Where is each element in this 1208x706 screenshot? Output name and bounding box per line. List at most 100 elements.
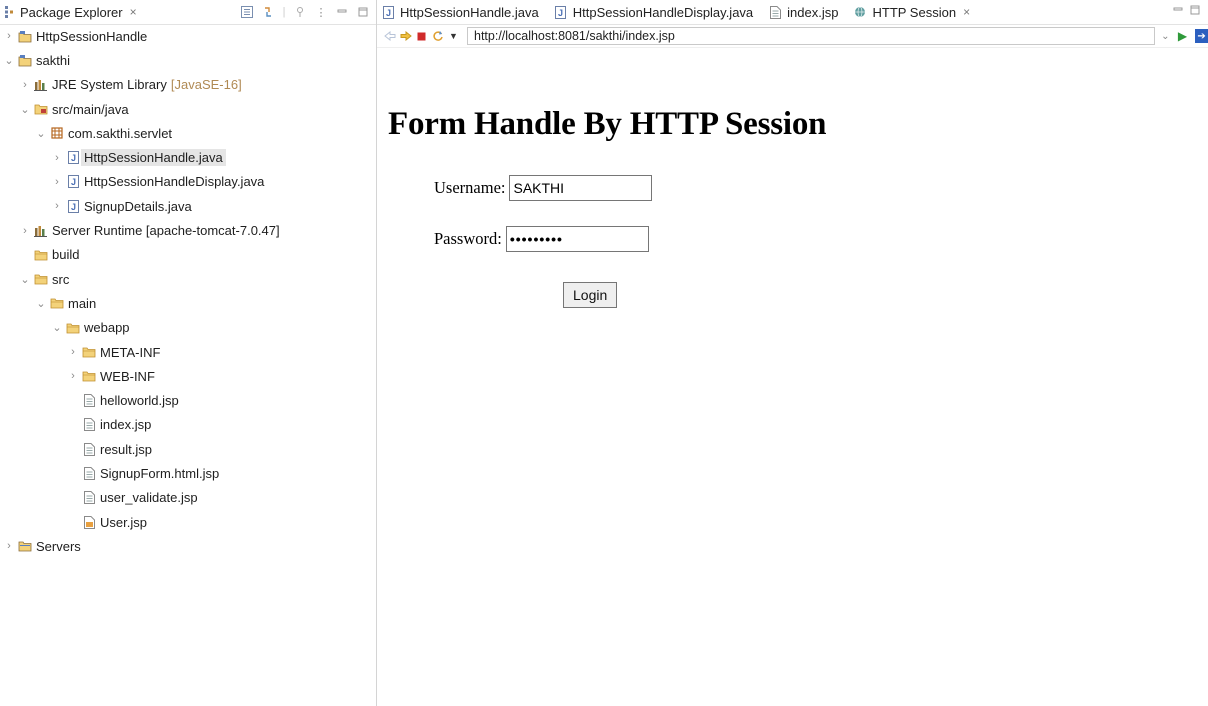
tree-item-label: HttpSessionHandleDisplay.java — [84, 174, 265, 190]
forward-icon[interactable] — [399, 29, 412, 43]
maximize-icon[interactable] — [1190, 5, 1200, 18]
editor-area: J HttpSessionHandle.java J HttpSessionHandl… — [377, 0, 1208, 706]
editor-tab[interactable]: index.jsp — [762, 0, 847, 24]
package-explorer-title: Package Explorer — [20, 4, 123, 20]
package-explorer: Package Explorer × | ⋮ › HttpSessionHandl… — [0, 0, 377, 706]
view-menu-icon[interactable]: ⋮ — [314, 5, 328, 19]
editor-tab[interactable]: HTTP Session × — [847, 0, 980, 24]
tree-item[interactable]: ⌄ com.sakthi.servlet — [0, 121, 376, 145]
login-button[interactable]: Login — [563, 282, 618, 308]
package-explorer-icon — [4, 6, 16, 18]
page-title: Form Handle By HTTP Session — [388, 106, 827, 142]
close-icon[interactable]: × — [963, 5, 970, 19]
open-external-browser-icon[interactable]: ➔ — [1195, 29, 1208, 43]
tree-item[interactable]: › JRE System Library [JavaSE-16] — [0, 73, 376, 97]
package-explorer-tab[interactable]: Package Explorer × | ⋮ — [0, 0, 376, 25]
chevron-right-icon[interactable]: › — [20, 79, 30, 91]
tree-item[interactable]: › Servers — [0, 534, 376, 558]
tree-item-label: src — [52, 271, 70, 287]
tree-item[interactable]: › J HttpSessionHandleDisplay.java — [0, 170, 376, 194]
editor-tab-label: HttpSessionHandle.java — [400, 4, 539, 20]
chevron-right-icon[interactable]: › — [68, 370, 78, 382]
tree-item[interactable]: ⌄ sakthi — [0, 48, 376, 72]
username-input[interactable] — [509, 175, 653, 201]
tree-item-label: com.sakthi.servlet — [68, 125, 173, 141]
chevron-down-icon[interactable]: ⌄ — [20, 103, 30, 116]
password-row: Password: — [434, 226, 649, 252]
toolbar-separator: | — [282, 6, 286, 18]
chevron-down-icon[interactable]: ⌄ — [36, 297, 46, 310]
chevron-down-icon[interactable]: ⌄ — [20, 273, 30, 286]
java-file-icon: J — [381, 5, 395, 19]
go-button[interactable]: ▶ — [1178, 29, 1187, 43]
tree-item-label: HttpSessionHandle — [36, 28, 148, 44]
chevron-down-icon[interactable]: ⌄ — [36, 127, 46, 140]
chevron-down-icon[interactable]: ⌄ — [52, 321, 62, 334]
editor-tab-label: HttpSessionHandleDisplay.java — [572, 4, 754, 20]
tree-item[interactable]: › Server Runtime [apache-tomcat-7.0.47] — [0, 218, 376, 242]
java-file-icon: J — [66, 199, 80, 213]
minimize-icon[interactable] — [1173, 5, 1183, 18]
chevron-right-icon[interactable]: › — [4, 30, 14, 42]
library-icon — [34, 224, 48, 238]
chevron-right-icon[interactable]: › — [68, 346, 78, 358]
chevron-right-icon[interactable]: › — [52, 152, 62, 164]
svg-text:J: J — [71, 202, 76, 212]
tree-item-label: Servers — [36, 538, 81, 554]
back-icon[interactable] — [383, 29, 396, 43]
editor-tab[interactable]: J HttpSessionHandleDisplay.java — [548, 0, 762, 24]
chevron-down-icon[interactable]: ⌄ — [1159, 31, 1172, 42]
folder-icon — [50, 296, 64, 310]
tree-item[interactable]: ⌄ main — [0, 291, 376, 315]
browser-toolbar: ▼ ⌄ ▶ ➔ — [377, 25, 1208, 48]
collapse-all-icon[interactable] — [240, 5, 254, 19]
tree-item-label: WEB-INF — [100, 368, 155, 384]
refresh-icon[interactable] — [431, 29, 444, 43]
tree-item[interactable]: result.jsp — [0, 437, 376, 461]
chevron-right-icon[interactable]: › — [4, 540, 14, 552]
library-icon — [34, 78, 48, 92]
globe-icon — [853, 5, 867, 19]
minimize-icon[interactable] — [335, 5, 349, 19]
tree-item-label: user_validate.jsp — [100, 490, 198, 506]
tree-item[interactable]: index.jsp — [0, 413, 376, 437]
history-dropdown-icon[interactable]: ▼ — [447, 29, 460, 43]
folder-icon — [66, 321, 80, 335]
chevron-right-icon[interactable]: › — [52, 200, 62, 212]
chevron-right-icon[interactable]: › — [52, 176, 62, 188]
tree-item[interactable]: User.jsp — [0, 510, 376, 534]
tree-item[interactable]: › J HttpSessionHandle.java — [0, 145, 376, 169]
tree-item[interactable]: › J SignupDetails.java — [0, 194, 376, 218]
tree-item[interactable]: › HttpSessionHandle — [0, 24, 376, 48]
servers-folder-icon — [18, 539, 32, 553]
svg-text:J: J — [71, 153, 76, 163]
username-label: Username: — [434, 178, 506, 197]
close-icon[interactable]: × — [130, 5, 137, 19]
tree-item[interactable]: ⌄ src/main/java — [0, 97, 376, 121]
tree-item-label: HttpSessionHandle.java — [81, 149, 226, 167]
tree-item[interactable]: ⌄ webapp — [0, 316, 376, 340]
file-icon — [82, 418, 96, 432]
tree-item-label: result.jsp — [100, 441, 153, 457]
tree-item[interactable]: › META-INF — [0, 340, 376, 364]
editor-tab[interactable]: J HttpSessionHandle.java — [377, 0, 548, 24]
chevron-down-icon[interactable]: ⌄ — [4, 54, 14, 67]
tree-item[interactable]: ⌄ src — [0, 267, 376, 291]
link-editor-icon[interactable] — [261, 5, 275, 19]
password-input[interactable] — [505, 226, 649, 252]
stop-icon[interactable] — [415, 29, 428, 43]
chevron-right-icon[interactable]: › — [20, 225, 30, 237]
tree-item-label: main — [68, 295, 97, 311]
focus-icon[interactable] — [293, 5, 307, 19]
tree-item[interactable]: › WEB-INF — [0, 364, 376, 388]
tree-item-label: JRE System Library — [52, 77, 167, 93]
tree-item[interactable]: helloworld.jsp — [0, 388, 376, 412]
maximize-icon[interactable] — [356, 5, 370, 19]
url-input[interactable] — [467, 27, 1155, 45]
username-row: Username: — [434, 175, 653, 201]
tree-item[interactable]: user_validate.jsp — [0, 486, 376, 510]
tree-item[interactable]: SignupForm.html.jsp — [0, 461, 376, 485]
tree-item-label: build — [52, 247, 80, 263]
tree-item[interactable]: build — [0, 243, 376, 267]
tree-item-label: helloworld.jsp — [100, 393, 179, 409]
